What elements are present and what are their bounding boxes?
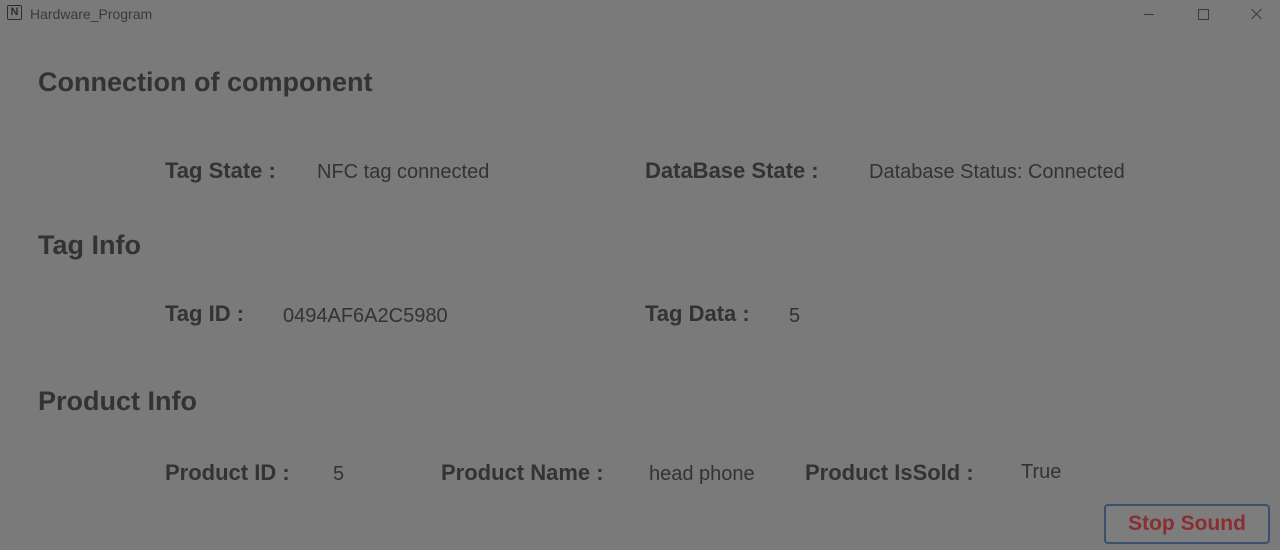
tag-state-label: Tag State : xyxy=(165,158,276,183)
product-name-label: Product Name : xyxy=(441,460,604,485)
product-id-label: Product ID : xyxy=(165,460,290,485)
tag-id-label: Tag ID : xyxy=(165,301,245,326)
database-state-value: Database Status: Connected xyxy=(869,161,1125,183)
close-button[interactable] xyxy=(1234,0,1280,28)
product-name-value: head phone xyxy=(649,463,755,485)
product-issold-label: Product IsSold : xyxy=(805,460,974,485)
connection-section-title: Connection of component xyxy=(38,67,373,97)
nfc-app-icon: N xyxy=(7,5,22,20)
product-issold-value: True xyxy=(1021,461,1062,483)
product-id-value: 5 xyxy=(333,463,345,485)
tag-id-value: 0494AF6A2C5980 xyxy=(283,305,448,327)
database-state-label: DataBase State : xyxy=(645,158,819,183)
stop-sound-button[interactable]: Stop Sound xyxy=(1104,504,1270,544)
title-bar: N Hardware_Program xyxy=(0,0,1280,28)
minimize-icon xyxy=(1144,13,1154,15)
maximize-icon xyxy=(1197,8,1209,20)
tag-data-label: Tag Data : xyxy=(645,301,750,326)
window-title: Hardware_Program xyxy=(30,6,153,22)
tag-state-value: NFC tag connected xyxy=(317,161,490,183)
product-info-section-title: Product Info xyxy=(38,386,197,416)
tag-data-value: 5 xyxy=(789,305,801,327)
minimize-button[interactable] xyxy=(1126,0,1172,28)
maximize-button[interactable] xyxy=(1180,0,1226,28)
close-icon xyxy=(1251,8,1263,20)
tag-info-section-title: Tag Info xyxy=(38,230,141,260)
